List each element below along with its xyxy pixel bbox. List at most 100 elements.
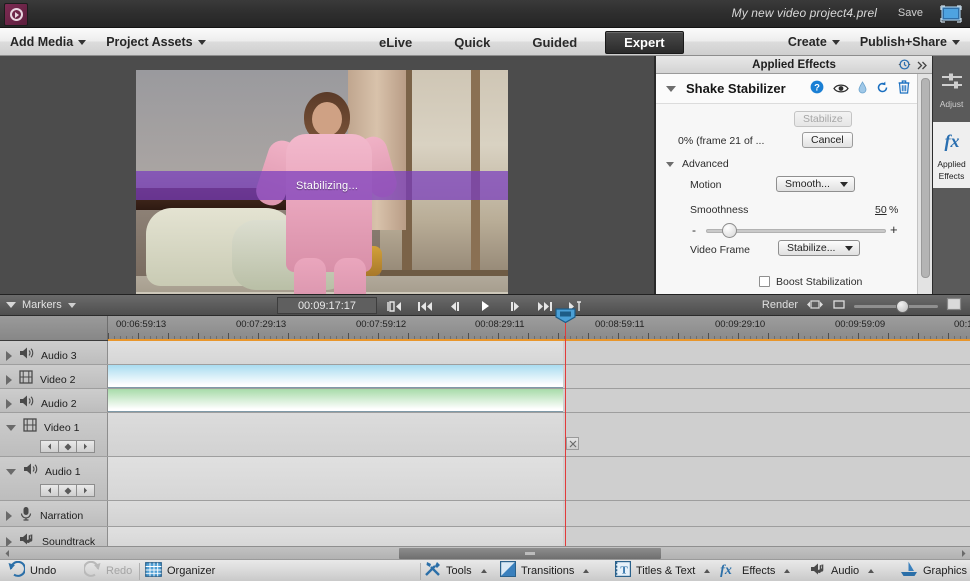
menu-create[interactable]: Create [778, 28, 850, 56]
previous-keyframe-icon[interactable] [40, 440, 59, 453]
toolbar-tools-button[interactable]: Tools [425, 560, 487, 581]
toolbar-undo-button[interactable]: Undo [8, 560, 56, 581]
reset-icon[interactable] [876, 81, 889, 99]
next-keyframe-icon[interactable] [76, 484, 95, 497]
rail-item-adjust[interactable]: Adjust [933, 56, 970, 122]
boost-stabilization-checkbox[interactable] [759, 276, 770, 287]
clip-fragment-video1[interactable] [566, 437, 579, 450]
render-button[interactable]: Render [762, 299, 798, 311]
eye-icon[interactable] [833, 81, 849, 99]
fit-sequence-icon[interactable] [946, 297, 962, 316]
fit-frame-icon[interactable] [832, 297, 846, 315]
svg-text:?: ? [814, 83, 820, 94]
effect-shake-stabilizer[interactable]: Shake Stabilizer ? [656, 74, 932, 104]
step-back-icon[interactable] [440, 295, 470, 317]
slider-decrease-button[interactable]: - [692, 223, 696, 237]
track-header-narration[interactable]: Narration [0, 501, 108, 526]
help-icon[interactable]: ? [810, 80, 824, 99]
scroll-right-icon[interactable] [957, 548, 969, 559]
timeline-horizontal-scrollbar[interactable] [0, 546, 970, 559]
menu-project-assets[interactable]: Project Assets [96, 28, 215, 56]
advanced-disclosure-icon[interactable] [666, 161, 674, 167]
video-frame-dropdown[interactable]: Stabilize... [778, 240, 861, 256]
scrollbar-thumb[interactable] [399, 548, 661, 559]
current-timecode-display[interactable]: 00:09:17:17 [277, 297, 377, 314]
smoothness-slider[interactable] [706, 223, 886, 238]
go-to-previous-edit-icon[interactable] [380, 295, 410, 317]
timeline-ruler[interactable]: 00:06:59:13 00:07:29:13 00:07:59:12 00:08:2… [0, 316, 970, 340]
tab-quick[interactable]: Quick [440, 32, 504, 53]
step-forward-icon[interactable] [500, 295, 530, 317]
toolbar-transitions-button[interactable]: Transitions [500, 560, 590, 581]
ruler-tick-label: 00:06:59:13 [116, 319, 167, 330]
tab-elive[interactable]: eLive [365, 32, 426, 53]
menu-add-media[interactable]: Add Media [0, 28, 96, 56]
add-keyframe-icon[interactable] [58, 440, 77, 453]
track-lane-audio-3[interactable] [108, 341, 563, 364]
track-lane-narration[interactable] [108, 501, 563, 526]
applied-effects-scrollbar[interactable] [917, 74, 932, 294]
slider-increase-button[interactable]: + [890, 222, 898, 237]
speaker-icon [19, 346, 34, 365]
markers-menu[interactable]: Markers [0, 299, 76, 311]
chevron-up-icon [784, 568, 791, 573]
scroll-left-icon[interactable] [1, 548, 13, 559]
play-icon[interactable] [470, 295, 500, 317]
playhead[interactable] [555, 308, 576, 546]
tab-expert[interactable]: Expert [605, 30, 684, 54]
save-button[interactable]: Save [898, 7, 923, 19]
track-disclosure-icon[interactable] [6, 511, 12, 521]
ruler-tick-label: 00:07:59:12 [356, 319, 407, 330]
track-header-video-1[interactable]: Video 1 [0, 413, 108, 456]
track-lane-audio-2[interactable] [108, 389, 563, 412]
track-disclosure-icon[interactable] [6, 350, 12, 361]
track-disclosure-icon[interactable] [6, 374, 12, 385]
menu-publish-share[interactable]: Publish+Share [850, 28, 970, 56]
fit-width-icon[interactable] [806, 297, 824, 315]
track-disclosure-icon[interactable] [6, 424, 16, 431]
graphics-icon [900, 561, 918, 580]
toolbar-redo-button[interactable]: Redo [82, 560, 132, 581]
track-header-video-2[interactable]: Video 2 [0, 365, 108, 388]
timeline-zoom-slider[interactable] [854, 299, 938, 313]
stabilize-button[interactable]: Stabilize [794, 111, 852, 127]
track-lane-video-2[interactable] [108, 365, 563, 388]
track-name-label: Video 2 [40, 373, 76, 386]
chevron-down-icon [839, 181, 848, 187]
toolbar-titles-text-button[interactable]: T Titles & Text [614, 560, 711, 581]
monitor-icon[interactable] [940, 5, 962, 23]
track-header-audio-3[interactable]: Audio 3 [0, 341, 108, 364]
chevron-down-icon [197, 39, 206, 45]
toolbar-item-label: Organizer [167, 564, 216, 577]
track-disclosure-icon[interactable] [6, 398, 12, 409]
water-drop-icon[interactable] [858, 80, 867, 99]
track-lane-audio-1[interactable] [108, 457, 563, 500]
motion-dropdown[interactable]: Smooth... [776, 176, 855, 192]
track-disclosure-icon[interactable] [6, 468, 16, 475]
video-preview[interactable]: Stabilizing... [136, 70, 508, 332]
toolbar-graphics-button[interactable]: Graphics [900, 560, 970, 581]
toolbar-organizer-button[interactable]: Organizer [145, 560, 215, 581]
track-header-audio-1[interactable]: Audio 1 [0, 457, 108, 500]
tab-guided[interactable]: Guided [518, 32, 591, 53]
trash-icon[interactable] [898, 80, 910, 99]
track-disclosure-icon[interactable] [6, 536, 12, 547]
scrollbar-thumb[interactable] [921, 78, 930, 278]
toolbar-audio-button[interactable]: Audio [810, 560, 875, 581]
zoom-slider-knob[interactable] [896, 299, 909, 313]
add-keyframe-icon[interactable] [58, 484, 77, 497]
menu-publish-share-label: Publish+Share [859, 35, 947, 49]
toolbar-effects-button[interactable]: fx Effects [715, 560, 791, 581]
disclosure-triangle-icon[interactable] [666, 85, 676, 92]
rail-item-applied-effects[interactable]: fx Applied Effects [933, 122, 970, 188]
smoothness-value[interactable]: 50 [875, 204, 887, 216]
playhead-handle[interactable] [555, 308, 576, 324]
go-to-start-icon[interactable] [410, 295, 440, 317]
toolbar-item-label: Graphics [923, 564, 968, 577]
advanced-label: Advanced [682, 158, 729, 170]
previous-keyframe-icon[interactable] [40, 484, 59, 497]
track-header-audio-2[interactable]: Audio 2 [0, 389, 108, 412]
track-lane-video-1[interactable] [108, 413, 563, 456]
cancel-button[interactable]: Cancel [802, 132, 853, 148]
next-keyframe-icon[interactable] [76, 440, 95, 453]
